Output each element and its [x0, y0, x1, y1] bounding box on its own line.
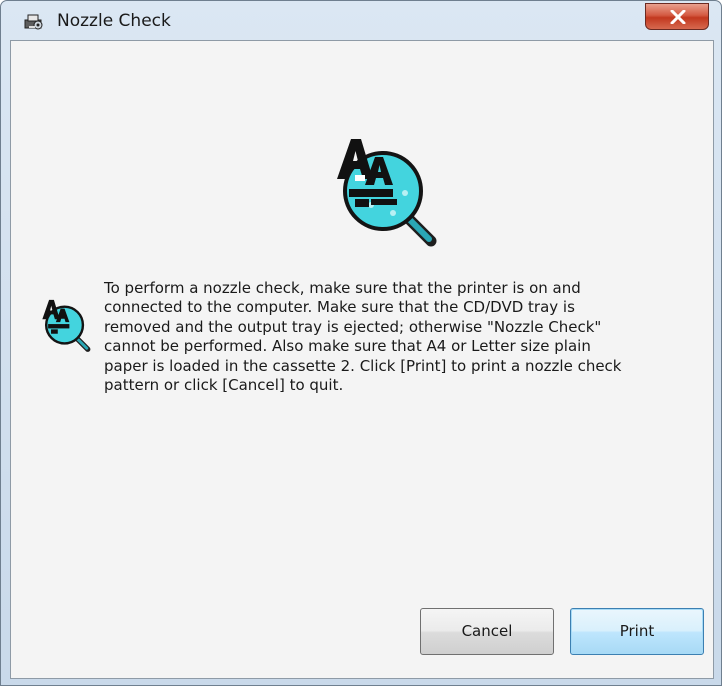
instruction-line: cannot be performed. Also make sure that… — [104, 337, 591, 356]
cancel-button[interactable]: Cancel — [420, 608, 554, 655]
instruction-line: removed and the output tray is ejected; … — [104, 317, 602, 336]
window-title: Nozzle Check — [57, 11, 171, 31]
close-button[interactable] — [645, 3, 709, 30]
instruction-line: To perform a nozzle check, make sure tha… — [104, 279, 581, 297]
print-button[interactable]: Print — [570, 608, 704, 655]
printer-gear-icon — [23, 12, 45, 32]
dialog-content: To perform a nozzle check, make sure tha… — [10, 40, 714, 679]
nozzle-check-magnifier-icon — [331, 133, 441, 253]
instruction-line: connected to the computer. Make sure tha… — [104, 298, 575, 317]
nozzle-check-magnifier-icon — [39, 297, 93, 355]
instruction-line: paper is loaded in the cassette 2. Click… — [104, 356, 622, 375]
close-icon — [670, 10, 686, 24]
nozzle-check-window: Nozzle Check To perform a nozzle check, … — [0, 0, 722, 686]
title-bar[interactable]: Nozzle Check — [1, 1, 721, 39]
instruction-text: To perform a nozzle check, make sure tha… — [104, 279, 664, 395]
instruction-line: pattern or click [Cancel] to quit. — [104, 376, 344, 395]
